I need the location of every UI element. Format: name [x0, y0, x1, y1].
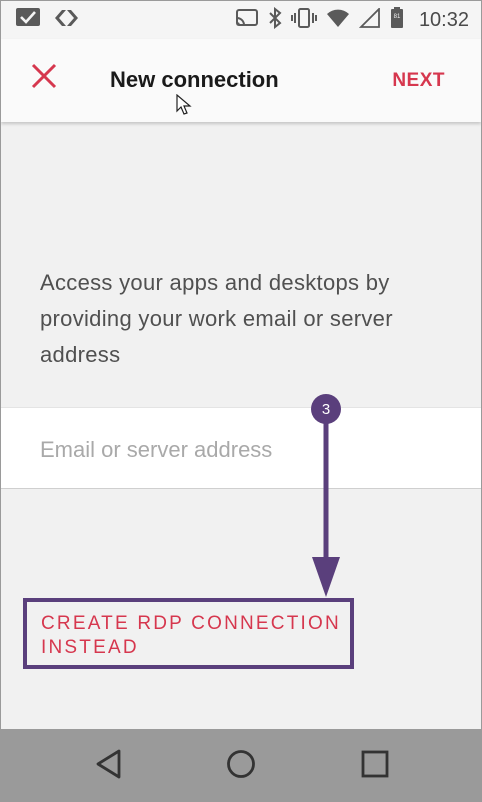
svg-text:81: 81 — [394, 14, 401, 20]
email-field-row — [1, 407, 481, 489]
signal-icon — [358, 6, 381, 33]
status-time: 10:32 — [418, 8, 469, 31]
code-icon — [53, 8, 81, 33]
next-button[interactable]: NEXT — [392, 70, 445, 92]
status-right: 81 10:32 — [235, 6, 469, 34]
annotation-highlight-box — [23, 598, 354, 669]
vibrate-icon — [290, 7, 317, 34]
step-badge: 3 — [311, 394, 341, 424]
home-button[interactable] — [221, 746, 261, 786]
email-or-server-input[interactable] — [40, 430, 440, 470]
intro-text: Access your apps and desktops by providi… — [40, 270, 393, 367]
cast-icon — [235, 8, 259, 33]
nav-bar — [1, 729, 481, 801]
status-left — [15, 7, 81, 34]
close-button[interactable] — [23, 57, 65, 99]
home-icon — [225, 748, 257, 785]
back-button[interactable] — [89, 746, 129, 786]
mouse-pointer-icon — [176, 93, 192, 121]
checkbox-icon — [15, 7, 41, 34]
battery-icon: 81 — [390, 6, 404, 34]
page-title: New connection — [110, 67, 279, 92]
bluetooth-icon — [268, 6, 282, 34]
wifi-icon — [326, 8, 350, 33]
close-icon — [31, 63, 57, 94]
annotation-arrow-icon — [312, 421, 340, 597]
app-bar: New connection NEXT — [1, 39, 481, 122]
phone-screen: 81 10:32 New connection NEXT Access your… — [0, 0, 482, 802]
status-bar: 81 10:32 — [1, 1, 481, 39]
recents-button[interactable] — [355, 746, 395, 786]
recents-icon — [360, 749, 390, 784]
back-icon — [94, 748, 124, 785]
